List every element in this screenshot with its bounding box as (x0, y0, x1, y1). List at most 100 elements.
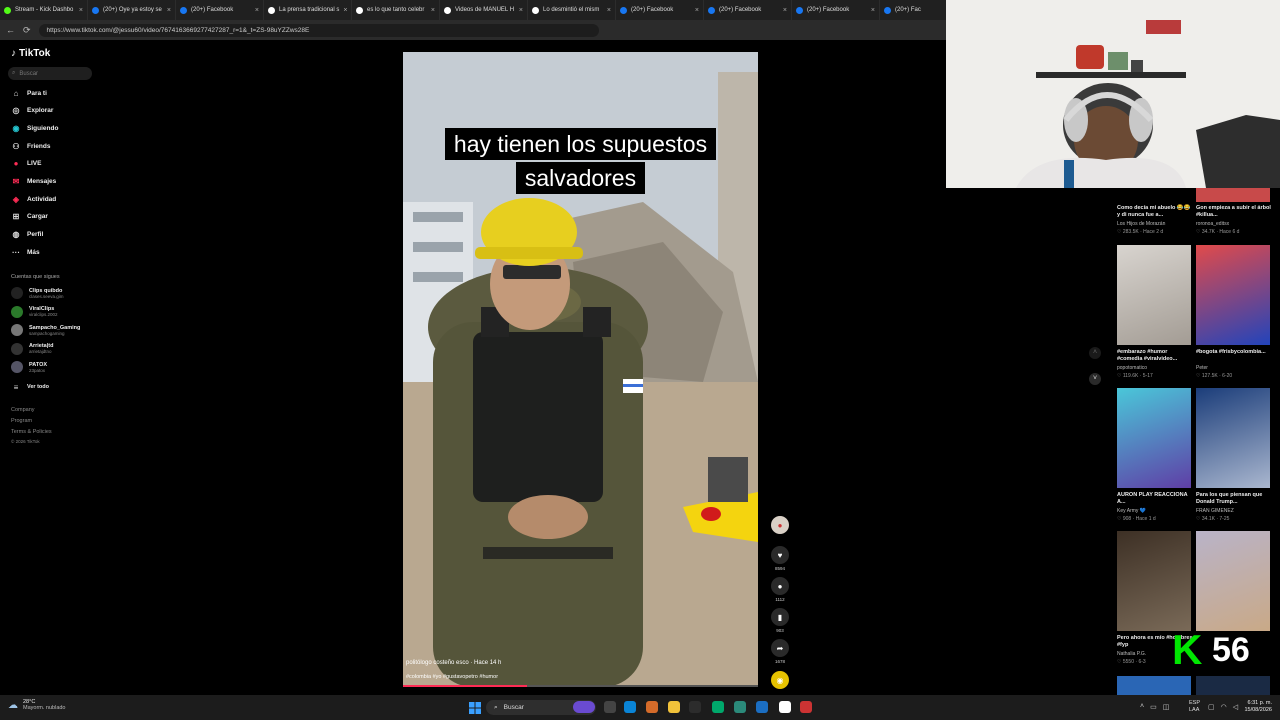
close-tab-icon[interactable]: × (343, 7, 347, 14)
copilot-icon[interactable] (646, 701, 658, 713)
browser-tab[interactable]: (20+) Fac× (880, 0, 946, 20)
footer-link[interactable]: Company (11, 407, 35, 413)
close-tab-icon[interactable]: × (431, 7, 435, 14)
recommended-video-author[interactable]: roronoa_editsx (1196, 221, 1229, 227)
recommended-video-author[interactable]: Nathalia P.G. (1117, 651, 1146, 657)
recommended-video-thumbnail[interactable] (1196, 531, 1270, 631)
steam-icon[interactable] (756, 701, 768, 713)
browser-tab[interactable]: es lo que tanto celebr × (352, 0, 440, 20)
recommended-video-title[interactable]: #bogota #frisbycolombia... (1196, 349, 1272, 356)
app-icon[interactable] (734, 701, 746, 713)
tiktok-logo[interactable]: ♪ TikTok (11, 48, 50, 59)
share-button[interactable]: ➦ 1678 (770, 639, 790, 664)
video-author-line[interactable]: politólogo costeño esco · Hace 14 h (406, 660, 501, 666)
nav-siguiendo[interactable]: ◉ Siguiendo (11, 123, 59, 133)
recommended-video-title[interactable]: Para los que piensan que Donald Trump... (1196, 492, 1272, 506)
nav-cargar[interactable]: ⊞ Cargar (11, 212, 48, 222)
nav-perfil[interactable]: ◍ Perfil (11, 230, 44, 240)
save-button[interactable]: ▮ 903 (770, 608, 790, 633)
recommended-video-thumbnail[interactable] (1196, 245, 1270, 345)
music-disc[interactable]: ◉ (770, 671, 790, 689)
language-indicator[interactable]: ESP LAA (1189, 700, 1200, 714)
recommended-video-title[interactable]: Gon empieza a subir el árbol #killua... (1196, 205, 1272, 219)
disc-icon: ◉ (771, 671, 789, 689)
recommended-video-author[interactable]: popotomatico (1117, 365, 1147, 371)
browser-tab[interactable]: La prensa tradicional s × (264, 0, 352, 20)
nav-ms[interactable]: ··· Más (11, 247, 40, 257)
creator-avatar[interactable]: ● (770, 516, 790, 534)
scroll-up-button[interactable]: ˄ (1089, 347, 1101, 359)
footer-link[interactable]: Program (11, 418, 32, 424)
close-tab-icon[interactable]: × (783, 7, 787, 14)
browser-tab[interactable]: Lo desmintió el mism × (528, 0, 616, 20)
nav-live[interactable]: ● LIVE (11, 159, 42, 169)
browser-tab[interactable]: Videos de MANUEL H × (440, 0, 528, 20)
following-account[interactable]: PATOX 23patox (11, 361, 47, 373)
close-tab-icon[interactable]: × (607, 7, 611, 14)
recommended-video-thumbnail[interactable] (1117, 676, 1191, 695)
app-icon[interactable] (800, 701, 812, 713)
video-player[interactable]: hay tienen los supuestos salvadores (403, 52, 758, 687)
nav-actividad[interactable]: ◈ Actividad (11, 194, 56, 204)
browser-tab[interactable]: (20+) Facebook × (176, 0, 264, 20)
clock[interactable]: 6:31 p. m. 15/08/2026 (1238, 700, 1272, 714)
nav-friends[interactable]: ⚇ Friends (11, 141, 50, 151)
app-icon[interactable] (573, 701, 595, 713)
start-button[interactable] (469, 701, 481, 714)
video-hashtags[interactable]: #colombia #yo #gustavopetro #humor (406, 674, 498, 680)
recommended-video-thumbnail[interactable] (1117, 245, 1191, 345)
nav-parati[interactable]: ⌂ Para ti (11, 88, 47, 98)
recommended-video-title[interactable]: #embarazo #humor #comedia #viralvideo... (1117, 349, 1193, 363)
recommended-video-author[interactable]: Los Hijos de Morazán (1117, 221, 1165, 227)
comment-button[interactable]: ● 1112 (770, 577, 790, 602)
recommended-video-title[interactable]: AURON PLAY REACCIONA A... (1117, 492, 1193, 506)
close-tab-icon[interactable]: × (871, 7, 875, 14)
recommended-video-thumbnail[interactable] (1196, 388, 1270, 488)
edge-icon[interactable] (624, 701, 636, 713)
avatar (11, 324, 23, 336)
recommended-video-author[interactable]: Key Army 💙 (1117, 508, 1146, 514)
browser-tab[interactable]: (20+) Oye ya estoy se × (88, 0, 176, 20)
see-all-following[interactable]: ≡ Ver todo (11, 382, 49, 392)
close-tab-icon[interactable]: × (79, 7, 83, 14)
url-field[interactable]: https://www.tiktok.com/@jessu60/video/76… (38, 23, 599, 37)
following-account[interactable]: Arrieta|td arrietajdtno (11, 342, 53, 355)
system-tray[interactable]: ˄ ▭ ◫ (1140, 703, 1169, 711)
status-icons[interactable]: ▢ ◠ ◁ (1208, 703, 1238, 711)
close-tab-icon[interactable]: × (519, 7, 523, 14)
browser-tab[interactable]: Stream - Kick Dashbo × (0, 0, 88, 20)
recommended-video-author[interactable]: Peter (1196, 365, 1208, 371)
search-input[interactable]: ⌕ Buscar (8, 67, 92, 80)
tab-title: La prensa tradicional s (279, 7, 340, 13)
nav-mensajes[interactable]: ✉ Mensajes (11, 177, 57, 187)
share-count: 1678 (774, 659, 785, 664)
reload-icon[interactable]: ⟳ (23, 25, 31, 36)
footer-link[interactable]: Terms & Policies (11, 429, 52, 435)
close-tab-icon[interactable]: × (695, 7, 699, 14)
app-icon[interactable] (712, 701, 724, 713)
weather-widget[interactable]: ☁ 28°C Mayorm. nublado (8, 699, 66, 711)
app-icon[interactable] (779, 701, 791, 713)
task-view-icon[interactable] (604, 701, 616, 713)
browser-tab[interactable]: (20+) Facebook × (792, 0, 880, 20)
scroll-down-button[interactable]: ˅ (1089, 373, 1101, 385)
recommended-video-thumbnail[interactable] (1196, 676, 1270, 695)
messages-icon: ✉ (12, 177, 20, 186)
following-account[interactable]: ViralClips viralclips.2002 (11, 305, 58, 318)
file-explorer-icon[interactable] (668, 701, 680, 713)
following-account[interactable]: Clips quibdo clases.seeva.gim (11, 287, 64, 299)
recommended-video-title[interactable]: Como decía mi abuelo 😂😂 y di nunca fue a… (1117, 205, 1193, 219)
recommended-video-thumbnail[interactable] (1117, 531, 1191, 631)
following-account[interactable]: Sampacho_Gaming sampachogaming (11, 324, 80, 336)
close-tab-icon[interactable]: × (255, 7, 259, 14)
browser-tab[interactable]: (20+) Facebook × (704, 0, 792, 20)
recommended-video-thumbnail[interactable] (1117, 388, 1191, 488)
back-icon[interactable]: ← (6, 25, 15, 35)
store-icon[interactable] (689, 701, 701, 713)
recommended-video-thumbnail[interactable] (1196, 188, 1270, 202)
recommended-video-author[interactable]: FRAN GIMENEZ (1196, 508, 1234, 514)
browser-tab[interactable]: (20+) Facebook × (616, 0, 704, 20)
close-tab-icon[interactable]: × (167, 7, 171, 14)
nav-explorar[interactable]: ◎ Explorar (11, 106, 54, 116)
like-button[interactable]: ♥ 8594 (770, 546, 790, 571)
